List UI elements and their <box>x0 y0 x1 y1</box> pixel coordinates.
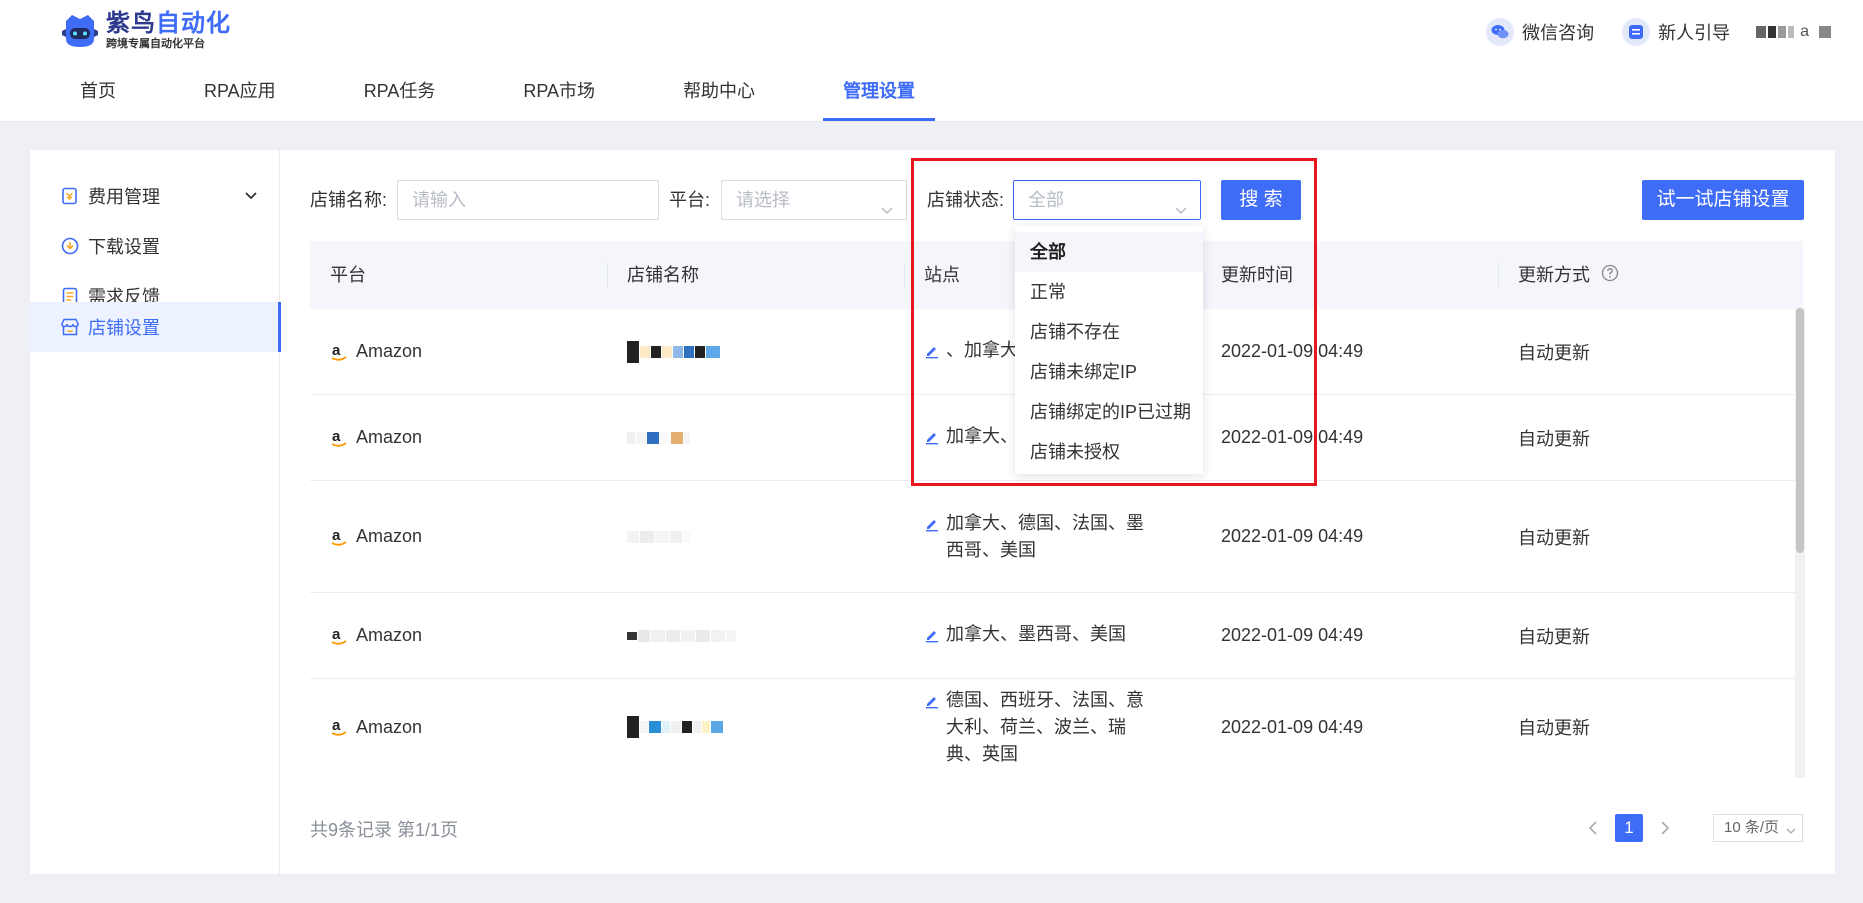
nav-home[interactable]: 首页 <box>60 70 136 122</box>
chevron-down-icon <box>880 192 894 230</box>
svg-text:a: a <box>332 342 341 359</box>
update-time: 2022-01-09 04:49 <box>1221 526 1364 546</box>
table-scrollbar[interactable] <box>1795 308 1805 778</box>
platform-name: Amazon <box>356 341 423 361</box>
wechat-consult-label: 微信咨询 <box>1522 23 1595 43</box>
logo-title-accent: 自动化 <box>156 10 231 37</box>
billing-icon <box>60 186 80 206</box>
svg-text:a: a <box>332 527 341 544</box>
next-page-icon[interactable] <box>1651 814 1679 842</box>
platform-name: Amazon <box>356 427 423 447</box>
sidebar-item-download[interactable]: 下载设置 <box>30 221 280 271</box>
svg-text:a: a <box>332 626 341 643</box>
chevron-down-icon[interactable] <box>244 186 258 207</box>
main-nav: 首页 RPA应用 RPA任务 RPA市场 帮助中心 管理设置 <box>60 70 983 122</box>
platform-placeholder: 请选择 <box>736 190 790 210</box>
page-size-value: 10 条/页 <box>1724 819 1780 836</box>
nav-help-center[interactable]: 帮助中心 <box>663 70 775 122</box>
update-time: 2022-01-09 04:49 <box>1221 716 1364 737</box>
wechat-consult-button[interactable]: 微信咨询 <box>1486 18 1594 46</box>
platform-name: Amazon <box>356 625 423 645</box>
platform-label: 平台: <box>669 190 711 210</box>
store-name-redacted <box>607 309 904 394</box>
amazon-logo-icon: a <box>330 526 348 548</box>
logo-subtitle: 跨境专属自动化平台 <box>106 38 205 50</box>
pagination: 1 10 条/页 <box>1571 814 1803 842</box>
site-list: 加拿大、墨西哥、美国 <box>946 623 1126 644</box>
try-store-settings-button[interactable]: 试一试店铺设置 <box>1642 180 1804 220</box>
store-name-redacted <box>607 679 904 775</box>
store-name-input[interactable]: 请输入 <box>397 180 659 220</box>
logo-title-main: 紫鸟 <box>106 10 156 37</box>
settings-sidebar: 费用管理 下载设置 需求反馈 店铺设置 <box>30 150 281 874</box>
nav-admin-settings[interactable]: 管理设置 <box>823 70 936 122</box>
user-account-menu[interactable]: a <box>1756 23 1833 41</box>
table-row[interactable]: a Amazon 加拿大、德国、法国、墨西哥、美国 2022-01-09 04:… <box>310 481 1803 593</box>
store-name-redacted <box>607 593 904 678</box>
table-row[interactable]: a Amazon 德国、西班牙、法国、意大利、荷兰、波兰、瑞典、英国 2022-… <box>310 679 1803 775</box>
column-header-platform: 平台 <box>330 265 366 285</box>
page-size-select[interactable]: 10 条/页 <box>1713 814 1803 842</box>
platform-name: Amazon <box>356 716 423 737</box>
store-name-redacted <box>607 395 904 480</box>
update-method: 自动更新 <box>1518 342 1590 363</box>
sidebar-item-label: 店铺设置 <box>88 318 160 338</box>
amazon-logo-icon: a <box>330 716 348 738</box>
edit-icon[interactable] <box>924 690 940 717</box>
sidebar-item-label: 费用管理 <box>88 187 160 207</box>
site-list: 德国、西班牙、法国、意大利、荷兰、波兰、瑞典、英国 <box>946 689 1144 764</box>
edit-icon[interactable] <box>924 513 940 540</box>
svg-text:a: a <box>332 717 341 734</box>
table-row[interactable]: a Amazon 加拿大、墨西哥、美国 2022-01-09 04:49 自动更… <box>310 593 1803 679</box>
robot-logo-icon <box>60 11 100 51</box>
new-user-guide-label: 新人引导 <box>1658 23 1731 43</box>
guide-icon <box>1622 18 1651 46</box>
column-header-store-name: 店铺名称 <box>607 241 904 309</box>
highlight-annotation-box <box>911 158 1317 486</box>
new-user-guide-button[interactable]: 新人引导 <box>1622 18 1730 46</box>
column-header-update-method: 更新方式 <box>1518 265 1590 285</box>
page-number-current[interactable]: 1 <box>1615 814 1643 842</box>
nav-rpa-apps[interactable]: RPA应用 <box>184 70 296 122</box>
sidebar-item-label: 下载设置 <box>88 237 160 257</box>
prev-page-icon[interactable] <box>1579 814 1607 842</box>
nav-rpa-tasks[interactable]: RPA任务 <box>344 70 456 122</box>
wechat-icon <box>1486 18 1515 46</box>
update-method: 自动更新 <box>1518 428 1590 449</box>
store-name-placeholder: 请输入 <box>412 190 466 210</box>
update-time: 2022-01-09 04:49 <box>1221 625 1364 645</box>
amazon-logo-icon: a <box>330 625 348 647</box>
platform-name: Amazon <box>356 526 423 546</box>
update-method: 自动更新 <box>1518 527 1590 548</box>
edit-icon[interactable] <box>924 624 940 651</box>
user-name-suffix: a <box>1800 23 1809 40</box>
help-circle-icon[interactable] <box>1601 242 1619 310</box>
svg-text:a: a <box>332 428 341 445</box>
update-method: 自动更新 <box>1518 626 1590 647</box>
chevron-down-icon <box>1786 819 1796 845</box>
sidebar-item-store-settings[interactable]: 店铺设置 <box>30 302 281 352</box>
app-logo[interactable]: 紫鸟自动化 跨境专属自动化平台 <box>60 10 231 51</box>
platform-select[interactable]: 请选择 <box>721 180 907 220</box>
store-name-label: 店铺名称: <box>310 190 388 210</box>
site-list: 加拿大、德国、法国、墨西哥、美国 <box>946 512 1144 560</box>
scrollbar-thumb[interactable] <box>1796 308 1804 553</box>
update-method: 自动更新 <box>1518 718 1590 738</box>
amazon-logo-icon: a <box>330 341 348 363</box>
amazon-logo-icon: a <box>330 427 348 449</box>
nav-rpa-market[interactable]: RPA市场 <box>503 70 615 122</box>
store-icon <box>60 317 80 337</box>
top-header: 紫鸟自动化 跨境专属自动化平台 微信咨询 新人引导 a 首页 RPA应用 RPA… <box>0 0 1863 122</box>
sidebar-item-billing[interactable]: 费用管理 <box>30 171 280 221</box>
record-count: 共9条记录 第1/1页 <box>310 820 459 840</box>
download-icon <box>60 236 80 256</box>
store-name-redacted <box>607 481 904 592</box>
